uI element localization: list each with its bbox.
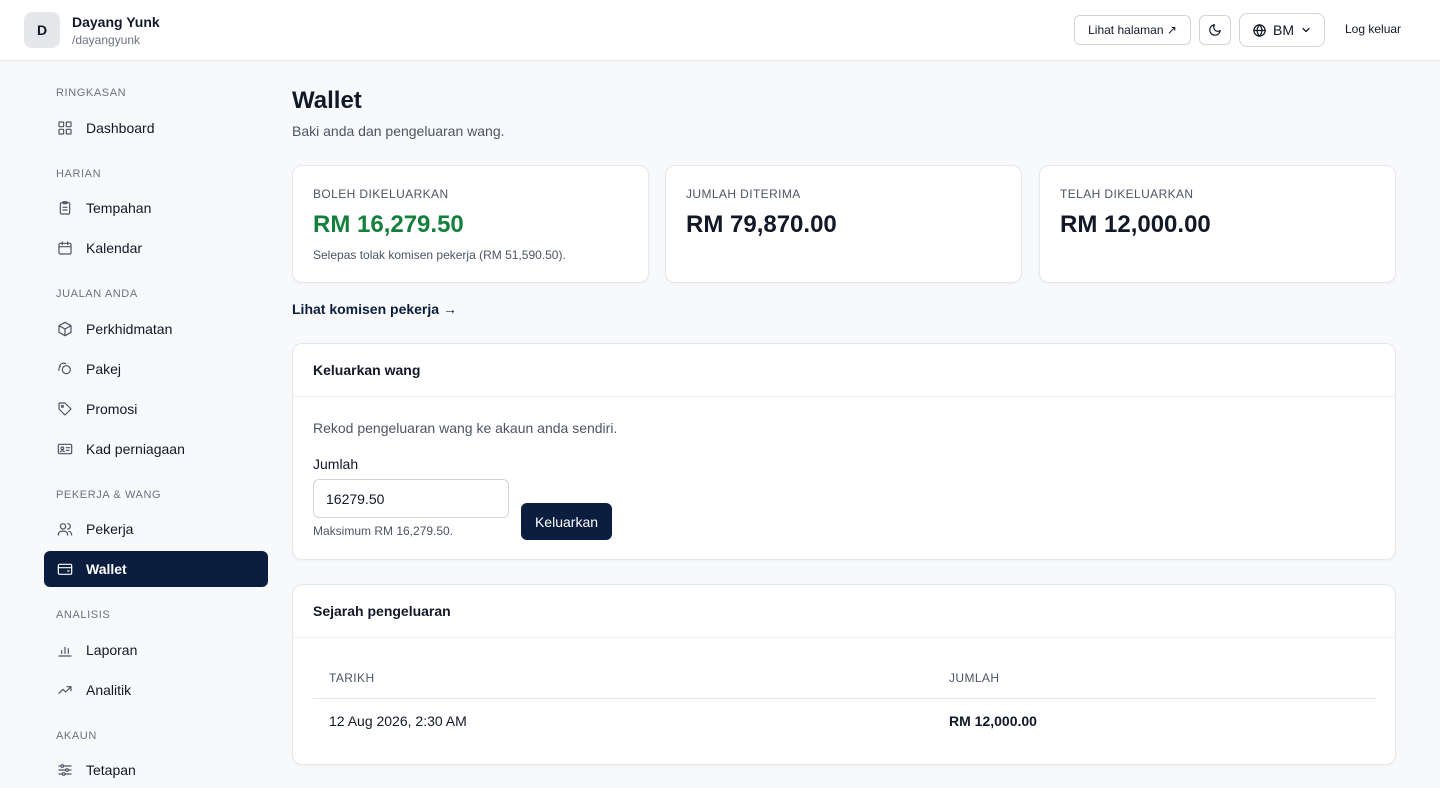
sidebar-item-reports[interactable]: Laporan bbox=[44, 632, 268, 668]
view-page-button[interactable]: Lihat halaman ↗ bbox=[1074, 15, 1191, 45]
withdrawal-history-panel: Sejarah pengeluaran TARIKH JUMLAH 12 Aug… bbox=[292, 584, 1396, 765]
language-select-button[interactable]: BM bbox=[1239, 13, 1325, 47]
sidebar-item-label: Perkhidmatan bbox=[86, 321, 173, 337]
sidebar-item-packages[interactable]: Pakej bbox=[44, 351, 268, 387]
sidebar-item-business-card[interactable]: Kad perniagaan bbox=[44, 431, 268, 467]
section-label-summary: RINGKASAN bbox=[56, 87, 127, 99]
stat-value: RM 12,000.00 bbox=[1060, 211, 1211, 238]
wallet-icon bbox=[56, 560, 74, 578]
calendar-icon bbox=[56, 239, 74, 257]
sidebar-item-staff[interactable]: Pekerja bbox=[44, 511, 268, 547]
section-label-daily: HARIAN bbox=[56, 168, 102, 180]
withdraw-panel: Keluarkan wang Rekod pengeluaran wang ke… bbox=[292, 343, 1396, 560]
section-label-analysis: ANALISIS bbox=[56, 609, 111, 621]
row-amount: RM 12,000.00 bbox=[949, 713, 1037, 729]
section-label-account: AKAUN bbox=[56, 730, 97, 742]
users-icon bbox=[56, 520, 74, 538]
id-card-icon bbox=[56, 440, 74, 458]
language-label: BM bbox=[1273, 22, 1294, 38]
history-panel-title: Sejarah pengeluaran bbox=[293, 585, 1395, 638]
sidebar-item-label: Kalendar bbox=[86, 240, 143, 256]
business-name: Dayang Yunk bbox=[72, 14, 160, 30]
grid-icon bbox=[56, 119, 74, 137]
tag-icon bbox=[56, 400, 74, 418]
withdraw-description: Rekod pengeluaran wang ke akaun anda sen… bbox=[313, 420, 618, 436]
table-divider bbox=[313, 698, 1376, 699]
moon-icon bbox=[1208, 23, 1222, 37]
staff-commission-link[interactable]: Lihat komisen pekerja → bbox=[292, 301, 457, 317]
theme-toggle-button[interactable] bbox=[1199, 15, 1231, 45]
globe-icon bbox=[1252, 23, 1267, 38]
box-icon bbox=[56, 320, 74, 338]
sidebar-item-label: Wallet bbox=[86, 561, 127, 577]
stat-value: RM 16,279.50 bbox=[313, 211, 464, 238]
sidebar-item-label: Tempahan bbox=[86, 200, 152, 216]
section-label-sales: JUALAN ANDA bbox=[56, 288, 138, 300]
amount-input[interactable] bbox=[313, 479, 509, 518]
amount-label: Jumlah bbox=[313, 456, 359, 472]
trending-up-icon bbox=[56, 681, 74, 699]
column-header-amount: JUMLAH bbox=[949, 671, 1000, 685]
sidebar-item-dashboard[interactable]: Dashboard bbox=[44, 110, 268, 146]
chevron-down-icon bbox=[1300, 24, 1312, 36]
sidebar-item-bookings[interactable]: Tempahan bbox=[44, 190, 268, 226]
sidebar-item-label: Pakej bbox=[86, 361, 122, 377]
page-subtitle: Baki anda dan pengeluaran wang. bbox=[292, 123, 505, 139]
stat-label: BOLEH DIKELUARKAN bbox=[313, 187, 449, 201]
sidebar-item-label: Promosi bbox=[86, 401, 138, 417]
sidebar-item-wallet[interactable]: Wallet bbox=[44, 551, 268, 587]
bar-chart-icon bbox=[56, 641, 74, 659]
sidebar-item-settings[interactable]: Tetapan bbox=[44, 752, 268, 788]
stat-label: TELAH DIKELUARKAN bbox=[1060, 187, 1194, 201]
stat-card-withdrawn: TELAH DIKELUARKAN RM 12,000.00 bbox=[1039, 165, 1396, 283]
sidebar-item-label: Laporan bbox=[86, 642, 138, 658]
stat-value: RM 79,870.00 bbox=[686, 211, 837, 238]
sidebar-item-label: Analitik bbox=[86, 682, 132, 698]
sliders-icon bbox=[56, 761, 74, 779]
stat-card-withdrawable: BOLEH DIKELUARKAN RM 16,279.50 Selepas t… bbox=[292, 165, 649, 283]
row-date: 12 Aug 2026, 2:30 AM bbox=[329, 713, 467, 729]
sidebar-item-promotions[interactable]: Promosi bbox=[44, 391, 268, 427]
business-avatar[interactable]: D bbox=[24, 12, 60, 48]
stat-card-received: JUMLAH DITERIMA RM 79,870.00 bbox=[665, 165, 1022, 283]
sidebar-item-services[interactable]: Perkhidmatan bbox=[44, 311, 268, 347]
sidebar-item-calendar[interactable]: Kalendar bbox=[44, 230, 268, 266]
view-page-label: Lihat halaman ↗ bbox=[1088, 23, 1177, 37]
sidebar-item-label: Kad perniagaan bbox=[86, 441, 185, 457]
amount-max-hint: Maksimum RM 16,279.50. bbox=[313, 524, 454, 538]
stat-label: JUMLAH DITERIMA bbox=[686, 187, 801, 201]
section-label-staff-money: PEKERJA & WANG bbox=[56, 489, 162, 501]
sidebar-item-label: Dashboard bbox=[86, 120, 155, 136]
logout-link[interactable]: Log keluar bbox=[1345, 22, 1401, 36]
sidebar-item-label: Tetapan bbox=[86, 762, 136, 778]
sidebar-item-analytics[interactable]: Analitik bbox=[44, 672, 268, 708]
sidebar-item-label: Pekerja bbox=[86, 521, 134, 537]
withdraw-panel-title: Keluarkan wang bbox=[293, 344, 1395, 397]
withdraw-button[interactable]: Keluarkan bbox=[521, 503, 612, 540]
top-header: D Dayang Yunk /dayangyunk Lihat halaman … bbox=[0, 0, 1440, 61]
coins-icon bbox=[56, 360, 74, 378]
page-title: Wallet bbox=[292, 87, 362, 114]
column-header-date: TARIKH bbox=[329, 671, 375, 685]
business-handle: /dayangyunk bbox=[72, 33, 141, 47]
clipboard-icon bbox=[56, 199, 74, 217]
stat-note: Selepas tolak komisen pekerja (RM 51,590… bbox=[313, 248, 566, 262]
